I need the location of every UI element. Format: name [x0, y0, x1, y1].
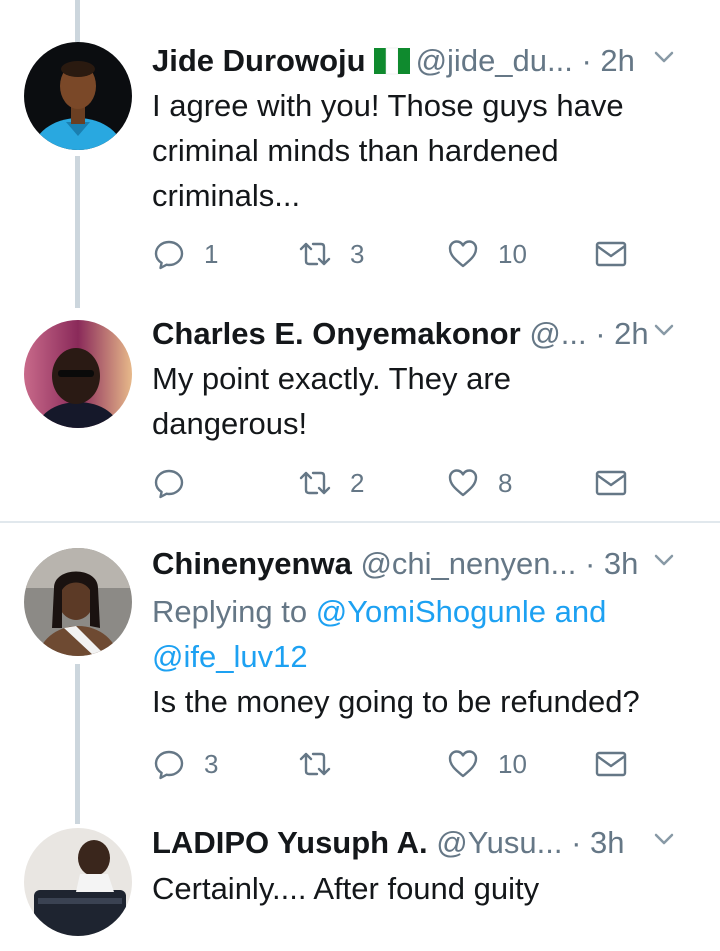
- retweet-button[interactable]: 3: [298, 234, 364, 274]
- tweet-chinenyenwa[interactable]: Chinenyenwa @chi_nenyen... · 3h Replying…: [0, 523, 720, 818]
- like-count: 8: [498, 467, 513, 498]
- reply-count: 3: [204, 748, 219, 779]
- reply-icon: [154, 469, 184, 499]
- mention-link[interactable]: @YomiShogunle: [316, 594, 546, 629]
- reply-button[interactable]: 3: [152, 744, 218, 784]
- envelope-icon: [595, 241, 627, 267]
- like-count: 10: [498, 748, 527, 779]
- dm-button[interactable]: [594, 234, 628, 274]
- envelope-icon: [595, 751, 627, 777]
- tweet-text: Certainly.... After found guity: [152, 871, 540, 906]
- reply-button[interactable]: [152, 463, 204, 503]
- dm-button[interactable]: [594, 744, 628, 784]
- tweet-charles[interactable]: Charles E. Onyemakonor @... · 2h My poin…: [0, 310, 720, 520]
- like-button[interactable]: 8: [446, 463, 512, 503]
- replying-to: Replying to @YomiShogunle and: [152, 594, 607, 629]
- chevron-down-icon[interactable]: [650, 316, 678, 344]
- retweet-count: 2: [350, 467, 365, 498]
- mention-link[interactable]: @ife_luv12: [152, 639, 308, 674]
- like-count: 10: [498, 238, 527, 269]
- timestamp[interactable]: · 3h: [585, 546, 638, 581]
- nigeria-flag-icon: [372, 46, 412, 76]
- author-handle[interactable]: @jide_du...: [416, 43, 573, 78]
- author-name[interactable]: LADIPO Yusuph A.: [152, 825, 428, 860]
- timestamp[interactable]: · 2h: [595, 316, 648, 351]
- tweet-text: Replying to @YomiShogunle and @ife_luv12…: [152, 589, 696, 724]
- dm-button[interactable]: [594, 463, 628, 503]
- tweet-actions: 3 10: [152, 744, 720, 784]
- heart-icon: [448, 240, 478, 268]
- tweet-ladipo[interactable]: LADIPO Yusuph A. @Yusu... · 3h Certainly…: [0, 818, 720, 951]
- tweet-actions: 1 3 10: [152, 234, 720, 274]
- tweet-actions: 2 8: [152, 463, 720, 503]
- retweet-button[interactable]: 2: [298, 463, 364, 503]
- avatar[interactable]: [24, 42, 132, 150]
- timestamp[interactable]: · 3h: [571, 825, 624, 860]
- like-button[interactable]: 10: [446, 744, 527, 784]
- timestamp[interactable]: · 2h: [582, 43, 635, 78]
- envelope-icon: [595, 470, 627, 496]
- chevron-down-icon[interactable]: [650, 825, 678, 853]
- tweet-text: My point exactly. They are dangerous!: [152, 361, 511, 441]
- author-name[interactable]: Chinenyenwa: [152, 546, 352, 581]
- retweet-icon: [299, 752, 331, 776]
- like-button[interactable]: 10: [446, 234, 527, 274]
- avatar[interactable]: [24, 548, 132, 656]
- author-handle[interactable]: @chi_nenyen...: [360, 546, 576, 581]
- retweet-count: 3: [350, 238, 365, 269]
- chevron-down-icon[interactable]: [650, 43, 678, 71]
- avatar[interactable]: [24, 828, 132, 936]
- author-name[interactable]: Charles E. Onyemakonor: [152, 316, 521, 351]
- tweet-text: I agree with you! Those guys have crimin…: [152, 88, 624, 213]
- retweet-icon: [299, 242, 331, 266]
- author-handle[interactable]: @Yusu...: [436, 825, 562, 860]
- chevron-down-icon[interactable]: [650, 546, 678, 574]
- tweet-jide[interactable]: Jide Durowoju @jide_du... · 2h I agree wi…: [0, 0, 720, 310]
- heart-icon: [448, 469, 478, 497]
- reply-icon: [154, 750, 184, 780]
- heart-icon: [448, 750, 478, 778]
- reply-button[interactable]: 1: [152, 234, 218, 274]
- author-handle[interactable]: @...: [529, 316, 586, 351]
- retweet-icon: [299, 471, 331, 495]
- reply-count: 1: [204, 238, 219, 269]
- author-name[interactable]: Jide Durowoju: [152, 43, 366, 78]
- avatar[interactable]: [24, 320, 132, 428]
- reply-icon: [154, 240, 184, 270]
- retweet-button[interactable]: [298, 744, 350, 784]
